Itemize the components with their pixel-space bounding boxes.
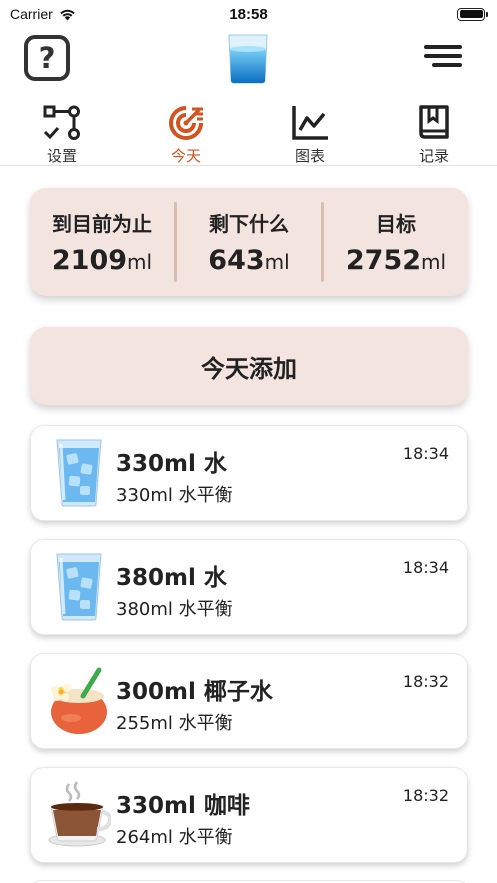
settings-flow-icon: [43, 105, 80, 140]
drink-entry[interactable]: 380ml 水 380ml 水平衡 18:34: [30, 539, 468, 635]
tab-chart-label: 图表: [294, 147, 325, 165]
entry-subtitle: 255ml 水平衡: [116, 713, 233, 734]
remaining-value: 643: [208, 245, 265, 276]
remaining-label: 剩下什么: [209, 212, 289, 236]
entry-time: 18:32: [402, 672, 449, 691]
tab-settings[interactable]: 设置: [26, 104, 98, 165]
so-far-value: 2109: [51, 245, 128, 276]
entry-time: 18:34: [402, 558, 449, 577]
entry-title: 380ml 水: [116, 565, 227, 591]
drink-entry[interactable]: 300ml 椰子水 255ml 水平衡 18:32: [30, 653, 468, 749]
book-icon: [419, 105, 449, 139]
tab-chart[interactable]: 图表: [274, 104, 346, 165]
entry-time: 18:34: [402, 444, 449, 463]
tab-today[interactable]: 今天: [150, 104, 222, 165]
tab-bar: 设置 今天 图表 记录: [0, 100, 497, 166]
so-far-label: 到目前为止: [52, 212, 152, 236]
water-glass-icon: [56, 439, 102, 507]
add-today-button[interactable]: 今天添加: [30, 327, 468, 405]
drink-entry[interactable]: 330ml 咖啡 264ml 水平衡 18:32: [30, 767, 468, 863]
goal-label: 目标: [376, 212, 416, 236]
unit-label: ml: [421, 250, 447, 274]
drink-entry[interactable]: 330ml 水 330ml 水平衡 18:34: [30, 425, 468, 521]
goal-stat: 目标 2752ml: [324, 208, 468, 276]
goal-value: 2752: [345, 245, 422, 276]
entry-time: 18:32: [402, 786, 449, 805]
status-bar: Carrier 18:58: [0, 0, 497, 28]
remaining-stat: 剩下什么 643ml: [177, 208, 321, 276]
summary-card: 到目前为止 2109ml 剩下什么 643ml 目标 2752ml: [30, 188, 468, 296]
entry-subtitle: 330ml 水平衡: [116, 485, 233, 506]
entry-subtitle: 264ml 水平衡: [116, 827, 233, 848]
unit-label: ml: [264, 250, 290, 274]
menu-button[interactable]: [424, 45, 462, 69]
status-left: Carrier: [10, 6, 76, 22]
tab-records[interactable]: 记录: [398, 104, 470, 165]
battery-icon: [457, 7, 488, 21]
carrier-label: Carrier: [10, 6, 53, 22]
entry-title: 300ml 椰子水: [116, 679, 273, 705]
chart-icon: [292, 106, 328, 140]
help-button[interactable]: ?: [24, 35, 70, 81]
water-glass-icon: [56, 553, 102, 621]
entry-subtitle: 380ml 水平衡: [116, 599, 233, 620]
wifi-icon: [59, 9, 75, 20]
tab-today-label: 今天: [170, 147, 201, 165]
so-far-stat: 到目前为止 2109ml: [30, 208, 174, 276]
unit-label: ml: [127, 250, 153, 274]
today-target-icon: [169, 106, 203, 140]
top-nav: ?: [0, 32, 497, 84]
tab-settings-label: 设置: [46, 147, 77, 165]
entry-title: 330ml 水: [116, 451, 227, 477]
tab-records-label: 记录: [418, 147, 449, 165]
coconut-drink-icon: [51, 667, 107, 734]
entry-title: 330ml 咖啡: [116, 793, 250, 819]
coffee-cup-icon: [48, 781, 111, 847]
water-glass-logo-icon: [228, 34, 268, 84]
